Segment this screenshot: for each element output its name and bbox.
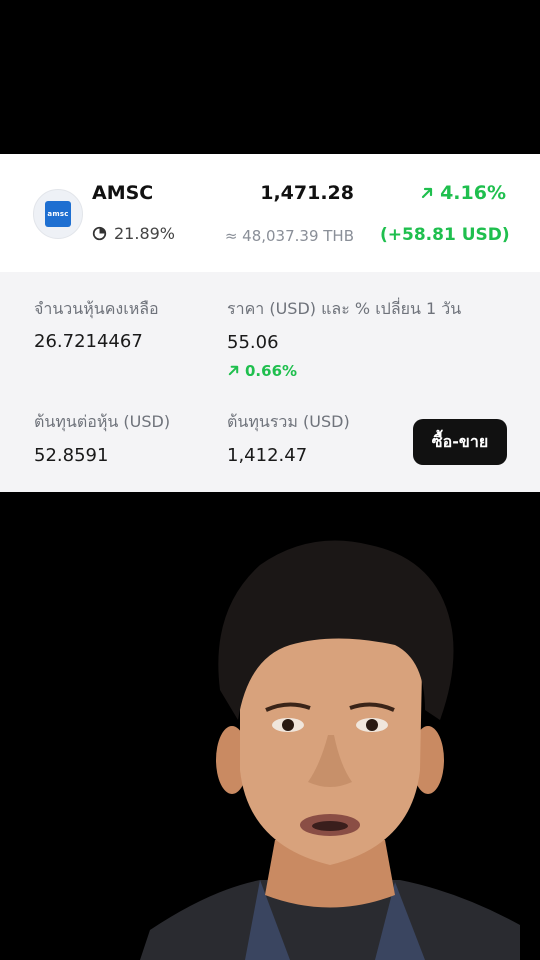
- stock-summary: amsc AMSC 1,471.28 4.16% 21.89% ≈ 48,037…: [0, 154, 540, 272]
- ticker-symbol: AMSC: [92, 182, 154, 204]
- value-thb: ≈ 48,037.39 THB: [224, 227, 354, 245]
- change-percent-value: 4.16%: [440, 182, 506, 204]
- position-value: 1,471.28: [260, 182, 354, 204]
- portfolio-allocation: 21.89%: [92, 224, 175, 243]
- stock-card[interactable]: amsc AMSC 1,471.28 4.16% 21.89% ≈ 48,037…: [0, 154, 540, 492]
- price-change: 0.66%: [227, 362, 297, 380]
- price-change-value: 0.66%: [245, 362, 298, 380]
- total-cost-value: 1,412.47: [227, 445, 308, 466]
- pie-chart-icon: [92, 226, 107, 241]
- total-cost-label: ต้นทุนรวม (USD): [227, 412, 350, 431]
- logo-mark: amsc: [45, 201, 71, 227]
- price-value: 55.06: [227, 332, 279, 353]
- change-percent: 4.16%: [400, 182, 506, 204]
- cost-per-share-label: ต้นทุนต่อหุ้น (USD): [34, 412, 171, 431]
- company-logo: amsc: [33, 189, 83, 239]
- person-illustration: [140, 540, 520, 960]
- buy-sell-button[interactable]: ซื้อ-ขาย: [413, 419, 507, 465]
- arrow-up-right-icon: [421, 187, 433, 199]
- remaining-shares-value: 26.7214467: [34, 331, 143, 352]
- change-usd: (+58.81 USD): [380, 225, 510, 245]
- remaining-shares-label: จำนวนหุ้นคงเหลือ: [34, 299, 159, 318]
- cost-per-share-value: 52.8591: [34, 445, 109, 466]
- price-change-label: ราคา (USD) และ % เปลี่ยน 1 วัน: [227, 299, 462, 318]
- person-photo: [140, 520, 520, 960]
- allocation-value: 21.89%: [114, 224, 176, 243]
- arrow-up-right-icon: [228, 365, 239, 376]
